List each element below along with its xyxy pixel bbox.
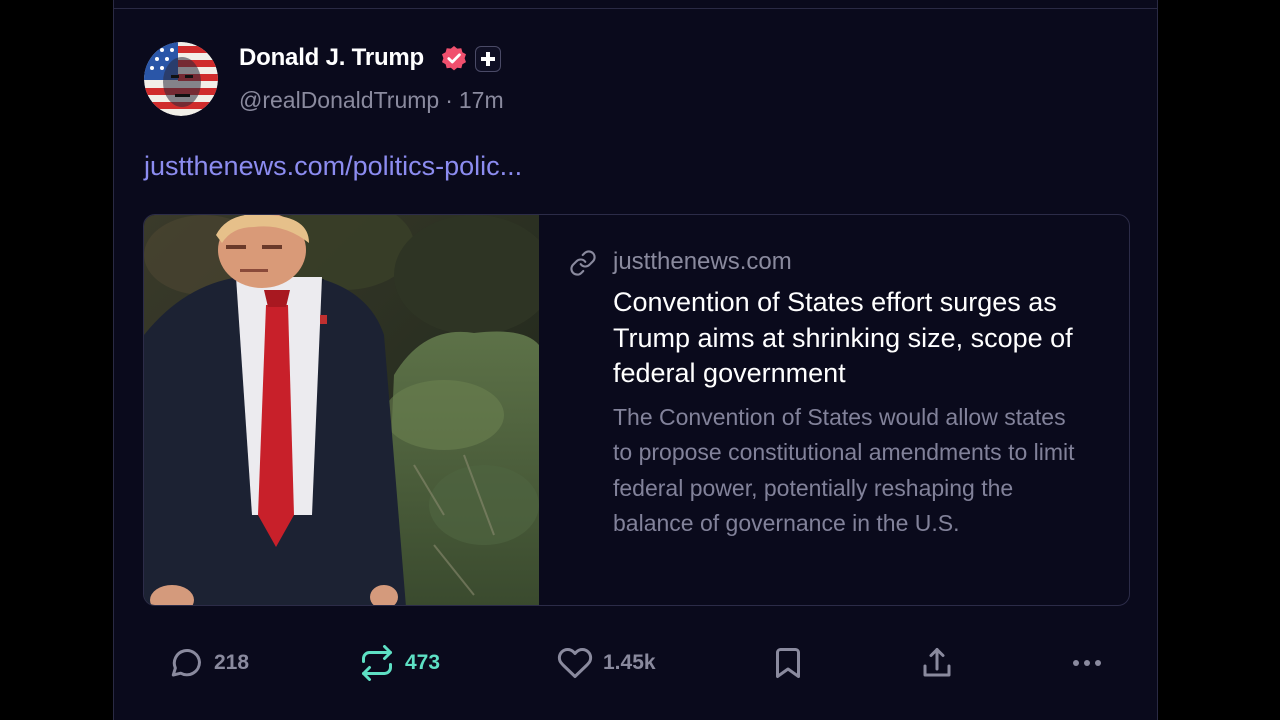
card-title[interactable]: Convention of States effort surges as Tr…	[613, 285, 1103, 392]
plus-badge-icon	[475, 46, 501, 72]
share-icon	[919, 645, 955, 681]
reply-button[interactable]: 218	[168, 640, 249, 686]
card-description: The Convention of States would allow sta…	[613, 404, 1075, 536]
reply-icon	[168, 645, 204, 681]
divider	[114, 8, 1157, 9]
page: Donald J. Trump @realDonaldTrump · 17m jus…	[0, 0, 1280, 720]
repost-icon	[359, 645, 395, 681]
author-handle[interactable]: @realDonaldTrump	[239, 87, 439, 113]
card-domain: justthenews.com	[613, 248, 792, 275]
post-timestamp[interactable]: 17m	[459, 87, 504, 113]
link-icon	[569, 249, 597, 277]
author-name[interactable]: Donald J. Trump	[239, 44, 424, 72]
repost-count: 473	[405, 651, 441, 674]
like-count: 1.45k	[603, 651, 656, 674]
more-icon	[1069, 645, 1105, 681]
link-preview-card[interactable]: justthenews.com Convention of States eff…	[143, 214, 1130, 606]
action-bar: 218 473 1.45k	[114, 640, 1157, 686]
bookmark-button[interactable]	[770, 640, 806, 686]
avatar[interactable]	[144, 42, 218, 116]
reply-count: 218	[214, 651, 250, 674]
more-button[interactable]	[1069, 640, 1105, 686]
verified-badge-icon	[440, 45, 468, 73]
post-meta: @realDonaldTrump · 17m	[239, 87, 504, 114]
meta-separator: ·	[445, 87, 453, 113]
bookmark-icon	[770, 645, 806, 681]
heart-icon	[557, 645, 593, 681]
like-button[interactable]: 1.45k	[557, 640, 656, 686]
article-photo	[144, 215, 539, 605]
post-column: Donald J. Trump @realDonaldTrump · 17m jus…	[113, 0, 1158, 720]
share-button[interactable]	[919, 640, 955, 686]
post-link[interactable]: justthenews.com/politics-polic...	[144, 151, 522, 182]
repost-button[interactable]: 473	[359, 640, 440, 686]
